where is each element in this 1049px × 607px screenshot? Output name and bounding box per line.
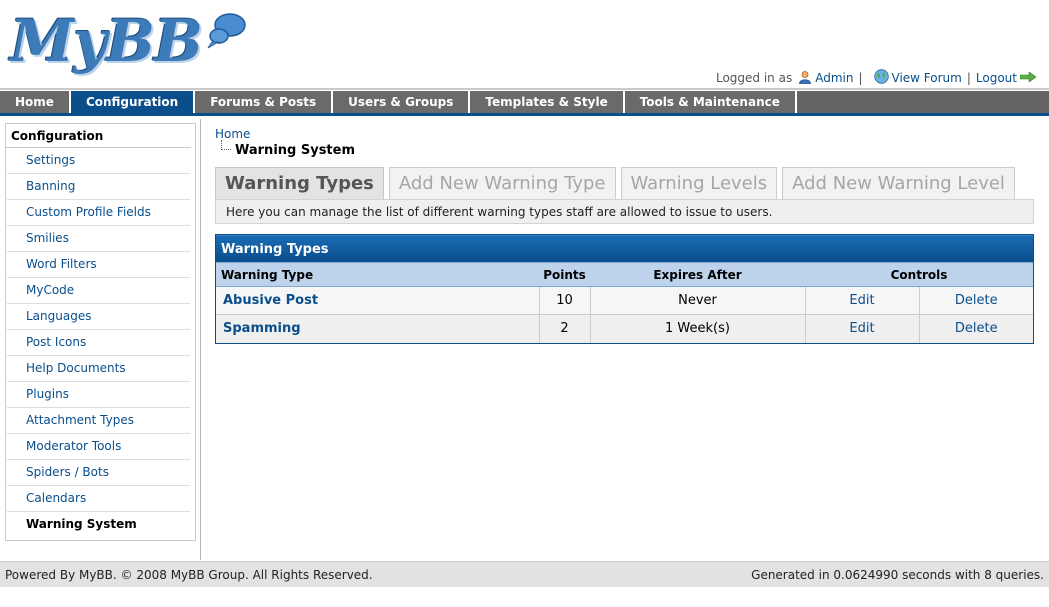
tab-description: Here you can manage the list of differen… [215, 199, 1034, 224]
user-icon [798, 70, 812, 87]
sidebar-item-settings[interactable]: Settings [7, 148, 190, 174]
mybb-logo[interactable]: MyBB [10, 7, 246, 75]
table-row: Spamming 2 1 Week(s) Edit Delete [216, 314, 1033, 343]
menu-tab-forums-posts[interactable]: Forums & Posts [195, 91, 334, 113]
sidebar-item-spiders-bots[interactable]: Spiders / Bots [7, 460, 190, 486]
sidebar-item-mycode[interactable]: MyCode [7, 278, 190, 304]
header-divider [0, 88, 1049, 90]
sidebar-item-help-documents[interactable]: Help Documents [7, 356, 190, 382]
separator: | [966, 71, 971, 85]
column-header-controls: Controls [805, 262, 1033, 287]
header: MyBB Logged in as Admin | View Forum | L… [0, 0, 1049, 90]
menu-tab-home[interactable]: Home [0, 91, 71, 113]
column-header-expires-after: Expires After [590, 262, 805, 287]
delete-link[interactable]: Delete [919, 314, 1033, 343]
warning-type-name-link[interactable]: Spamming [216, 314, 540, 343]
expires-value: 1 Week(s) [590, 314, 806, 343]
footer: Powered By MyBB. © 2008 MyBB Group. All … [0, 561, 1049, 587]
menu-tab-templates-style[interactable]: Templates & Style [470, 91, 625, 113]
menu-tab-users-groups[interactable]: Users & Groups [333, 91, 471, 113]
sidebar-item-warning-system[interactable]: Warning System [7, 512, 190, 538]
sidebar-item-word-filters[interactable]: Word Filters [7, 252, 190, 278]
footer-generated-stats: Generated in 0.0624990 seconds with 8 qu… [751, 568, 1044, 582]
footer-copyright: Powered By MyBB. © 2008 MyBB Group. All … [5, 568, 373, 582]
sidebar-item-moderator-tools[interactable]: Moderator Tools [7, 434, 190, 460]
speech-bubble-icon [207, 13, 246, 49]
sidebar-container: Configuration Settings Banning Custom Pr… [0, 119, 201, 560]
main-menu: Home Configuration Forums & Posts Users … [0, 91, 1049, 116]
tab-warning-levels[interactable]: Warning Levels [620, 167, 778, 199]
sidebar-title: Configuration [6, 124, 191, 148]
sidebar-item-calendars[interactable]: Calendars [7, 486, 190, 512]
menu-filler [796, 91, 1049, 113]
expires-value: Never [590, 286, 806, 315]
menu-tab-configuration[interactable]: Configuration [70, 91, 196, 113]
column-header-points: Points [539, 262, 590, 287]
logged-in-label: Logged in as [715, 71, 793, 85]
breadcrumb-home-link[interactable]: Home [215, 126, 1035, 142]
sidebar-item-plugins[interactable]: Plugins [7, 382, 190, 408]
logout-link[interactable]: Logout [976, 71, 1017, 85]
section-tabs: Warning Types Add New Warning Type Warni… [215, 167, 1020, 199]
separator: | [858, 71, 863, 85]
points-value: 2 [539, 314, 591, 343]
delete-link[interactable]: Delete [919, 286, 1033, 315]
sidebar-item-attachment-types[interactable]: Attachment Types [7, 408, 190, 434]
tab-warning-types[interactable]: Warning Types [215, 167, 384, 199]
tab-add-new-warning-level[interactable]: Add New Warning Level [782, 167, 1015, 199]
admin-user-link[interactable]: Admin [815, 71, 853, 85]
sidebar-item-post-icons[interactable]: Post Icons [7, 330, 190, 356]
menu-tab-tools-maintenance[interactable]: Tools & Maintenance [624, 91, 797, 113]
table-row: Abusive Post 10 Never Edit Delete [216, 286, 1033, 315]
edit-link[interactable]: Edit [805, 314, 920, 343]
warning-types-table: Warning Type Points Expires After Contro… [216, 262, 1033, 343]
column-header-warning-type: Warning Type [216, 262, 539, 287]
sidebar: Configuration Settings Banning Custom Pr… [5, 123, 196, 541]
globe-icon [873, 69, 889, 87]
sidebar-item-smilies[interactable]: Smilies [7, 226, 190, 252]
sidebar-item-custom-profile-fields[interactable]: Custom Profile Fields [7, 200, 190, 226]
table-title: Warning Types [216, 235, 1033, 262]
logo-text: MyBB [10, 7, 203, 75]
breadcrumb: Home Warning System [215, 126, 1035, 160]
page-bottom [0, 588, 1049, 607]
tab-add-new-warning-type[interactable]: Add New Warning Type [388, 167, 616, 199]
breadcrumb-current: Warning System [215, 140, 1035, 160]
view-forum-link[interactable]: View Forum [892, 71, 962, 85]
warning-types-table-container: Warning Types Warning Type Points Expire… [215, 234, 1034, 344]
arrow-right-icon [1019, 71, 1037, 85]
main-content: Home Warning System Warning Types Add Ne… [215, 126, 1035, 344]
sidebar-item-languages[interactable]: Languages [7, 304, 190, 330]
sidebar-item-banning[interactable]: Banning [7, 174, 190, 200]
warning-type-name-link[interactable]: Abusive Post [216, 286, 540, 315]
points-value: 10 [539, 286, 591, 315]
edit-link[interactable]: Edit [805, 286, 920, 315]
page-title: Warning System [235, 143, 356, 158]
tree-connector [221, 140, 231, 150]
welcome-bar: Logged in as Admin | View Forum | Logout [716, 69, 1039, 87]
